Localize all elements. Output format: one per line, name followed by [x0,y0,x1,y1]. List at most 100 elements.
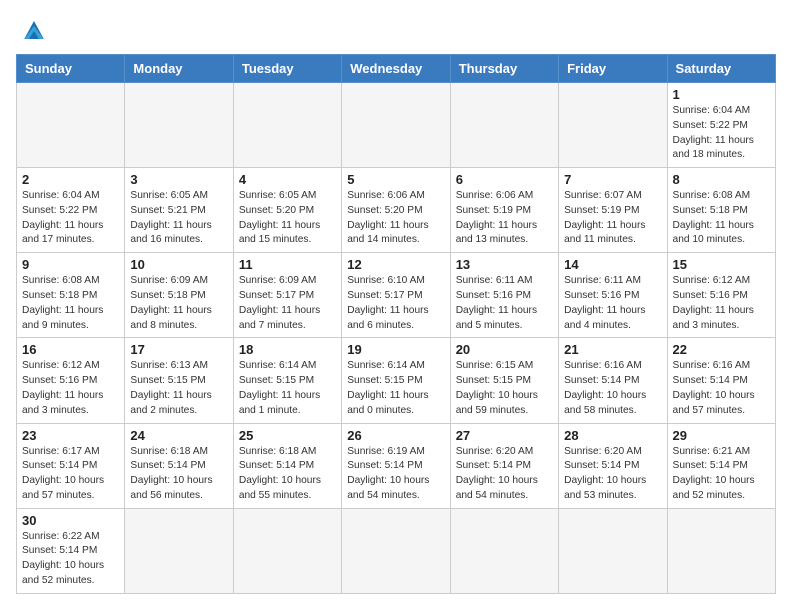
day-number: 27 [456,428,553,443]
calendar-cell [559,83,667,168]
calendar-cell: 6Sunrise: 6:06 AM Sunset: 5:19 PM Daylig… [450,168,558,253]
day-info: Sunrise: 6:07 AM Sunset: 5:19 PM Dayligh… [564,189,661,248]
calendar-cell: 22Sunrise: 6:16 AM Sunset: 5:14 PM Dayli… [667,338,775,423]
day-number: 16 [22,342,119,357]
day-info: Sunrise: 6:04 AM Sunset: 5:22 PM Dayligh… [673,104,770,163]
day-info: Sunrise: 6:11 AM Sunset: 5:16 PM Dayligh… [564,274,661,333]
day-info: Sunrise: 6:16 AM Sunset: 5:14 PM Dayligh… [564,359,661,418]
day-info: Sunrise: 6:08 AM Sunset: 5:18 PM Dayligh… [673,189,770,248]
weekday-header-friday: Friday [559,55,667,83]
day-number: 24 [130,428,227,443]
calendar-cell: 2Sunrise: 6:04 AM Sunset: 5:22 PM Daylig… [17,168,125,253]
day-info: Sunrise: 6:09 AM Sunset: 5:17 PM Dayligh… [239,274,336,333]
calendar-cell: 13 Sunrise: 6:11 AM Sunset: 5:16 PM Dayli… [450,253,558,338]
day-number: 8 [673,172,770,187]
calendar-cell: 19 Sunrise: 6:14 AM Sunset: 5:15 PM Dayli… [342,338,450,423]
day-number: 29 [673,428,770,443]
weekday-header-thursday: Thursday [450,55,558,83]
day-info: Sunrise: 6:12 AM Sunset: 5:16 PM Dayligh… [673,274,770,333]
calendar-cell: 23Sunrise: 6:17 AM Sunset: 5:14 PM Dayli… [17,423,125,508]
calendar-cell: 12Sunrise: 6:10 AM Sunset: 5:17 PM Dayli… [342,253,450,338]
day-number: 13 [456,257,553,272]
calendar-cell: 8 Sunrise: 6:08 AM Sunset: 5:18 PM Daylig… [667,168,775,253]
day-info: Sunrise: 6:11 AM Sunset: 5:16 PM Dayligh… [456,274,553,333]
day-info: Sunrise: 6:12 AM Sunset: 5:16 PM Dayligh… [22,359,119,418]
calendar-cell: 25 Sunrise: 6:18 AM Sunset: 5:14 PM Dayli… [233,423,341,508]
calendar-cell [342,508,450,593]
calendar-cell: 26Sunrise: 6:19 AM Sunset: 5:14 PM Dayli… [342,423,450,508]
day-number: 22 [673,342,770,357]
calendar-cell: 5 Sunrise: 6:06 AM Sunset: 5:20 PM Daylig… [342,168,450,253]
calendar-week-row: 1 Sunrise: 6:04 AM Sunset: 5:22 PM Daylig… [17,83,776,168]
calendar-cell [233,508,341,593]
calendar-week-row: 2Sunrise: 6:04 AM Sunset: 5:22 PM Daylig… [17,168,776,253]
day-number: 18 [239,342,336,357]
logo [16,16,56,44]
calendar-cell [233,83,341,168]
day-info: Sunrise: 6:10 AM Sunset: 5:17 PM Dayligh… [347,274,444,333]
day-info: Sunrise: 6:04 AM Sunset: 5:22 PM Dayligh… [22,189,119,248]
calendar-cell: 3Sunrise: 6:05 AM Sunset: 5:21 PM Daylig… [125,168,233,253]
day-info: Sunrise: 6:15 AM Sunset: 5:15 PM Dayligh… [456,359,553,418]
calendar-week-row: 16 Sunrise: 6:12 AM Sunset: 5:16 PM Dayli… [17,338,776,423]
weekday-header-tuesday: Tuesday [233,55,341,83]
page-header [16,16,776,44]
day-info: Sunrise: 6:13 AM Sunset: 5:15 PM Dayligh… [130,359,227,418]
calendar-cell [667,508,775,593]
day-number: 6 [456,172,553,187]
weekday-header-wednesday: Wednesday [342,55,450,83]
calendar-cell: 24 Sunrise: 6:18 AM Sunset: 5:14 PM Dayli… [125,423,233,508]
weekday-header-saturday: Saturday [667,55,775,83]
day-number: 7 [564,172,661,187]
calendar-cell: 15 Sunrise: 6:12 AM Sunset: 5:16 PM Dayli… [667,253,775,338]
calendar-cell [559,508,667,593]
day-info: Sunrise: 6:09 AM Sunset: 5:18 PM Dayligh… [130,274,227,333]
calendar-cell: 16 Sunrise: 6:12 AM Sunset: 5:16 PM Dayli… [17,338,125,423]
day-number: 28 [564,428,661,443]
day-info: Sunrise: 6:06 AM Sunset: 5:20 PM Dayligh… [347,189,444,248]
day-info: Sunrise: 6:14 AM Sunset: 5:15 PM Dayligh… [347,359,444,418]
day-info: Sunrise: 6:19 AM Sunset: 5:14 PM Dayligh… [347,445,444,504]
day-info: Sunrise: 6:20 AM Sunset: 5:14 PM Dayligh… [456,445,553,504]
calendar-cell [450,508,558,593]
day-info: Sunrise: 6:20 AM Sunset: 5:14 PM Dayligh… [564,445,661,504]
day-number: 21 [564,342,661,357]
day-number: 9 [22,257,119,272]
calendar-cell: 27 Sunrise: 6:20 AM Sunset: 5:14 PM Dayli… [450,423,558,508]
calendar-week-row: 23Sunrise: 6:17 AM Sunset: 5:14 PM Dayli… [17,423,776,508]
calendar-cell: 18 Sunrise: 6:14 AM Sunset: 5:15 PM Dayli… [233,338,341,423]
calendar-cell [342,83,450,168]
calendar-cell: 28 Sunrise: 6:20 AM Sunset: 5:14 PM Dayli… [559,423,667,508]
calendar-cell: 29Sunrise: 6:21 AM Sunset: 5:14 PM Dayli… [667,423,775,508]
calendar-cell: 14Sunrise: 6:11 AM Sunset: 5:16 PM Dayli… [559,253,667,338]
day-info: Sunrise: 6:18 AM Sunset: 5:14 PM Dayligh… [130,445,227,504]
calendar-cell: 1 Sunrise: 6:04 AM Sunset: 5:22 PM Daylig… [667,83,775,168]
day-number: 17 [130,342,227,357]
day-info: Sunrise: 6:18 AM Sunset: 5:14 PM Dayligh… [239,445,336,504]
calendar-week-row: 9 Sunrise: 6:08 AM Sunset: 5:18 PM Daylig… [17,253,776,338]
calendar-cell [125,83,233,168]
day-info: Sunrise: 6:14 AM Sunset: 5:15 PM Dayligh… [239,359,336,418]
calendar-cell: 30 Sunrise: 6:22 AM Sunset: 5:14 PM Dayli… [17,508,125,593]
calendar-week-row: 30 Sunrise: 6:22 AM Sunset: 5:14 PM Dayli… [17,508,776,593]
calendar-cell: 21 Sunrise: 6:16 AM Sunset: 5:14 PM Dayli… [559,338,667,423]
day-number: 25 [239,428,336,443]
generalblue-logo-icon [16,16,52,44]
day-number: 15 [673,257,770,272]
day-info: Sunrise: 6:08 AM Sunset: 5:18 PM Dayligh… [22,274,119,333]
calendar-cell: 4Sunrise: 6:05 AM Sunset: 5:20 PM Daylig… [233,168,341,253]
day-number: 1 [673,87,770,102]
day-number: 3 [130,172,227,187]
day-number: 23 [22,428,119,443]
weekday-header-sunday: Sunday [17,55,125,83]
day-info: Sunrise: 6:22 AM Sunset: 5:14 PM Dayligh… [22,530,119,589]
weekday-header-row: SundayMondayTuesdayWednesdayThursdayFrid… [17,55,776,83]
day-number: 5 [347,172,444,187]
day-number: 30 [22,513,119,528]
calendar-cell: 10Sunrise: 6:09 AM Sunset: 5:18 PM Dayli… [125,253,233,338]
day-number: 19 [347,342,444,357]
weekday-header-monday: Monday [125,55,233,83]
calendar-cell [450,83,558,168]
calendar-cell: 11Sunrise: 6:09 AM Sunset: 5:17 PM Dayli… [233,253,341,338]
calendar-cell [17,83,125,168]
